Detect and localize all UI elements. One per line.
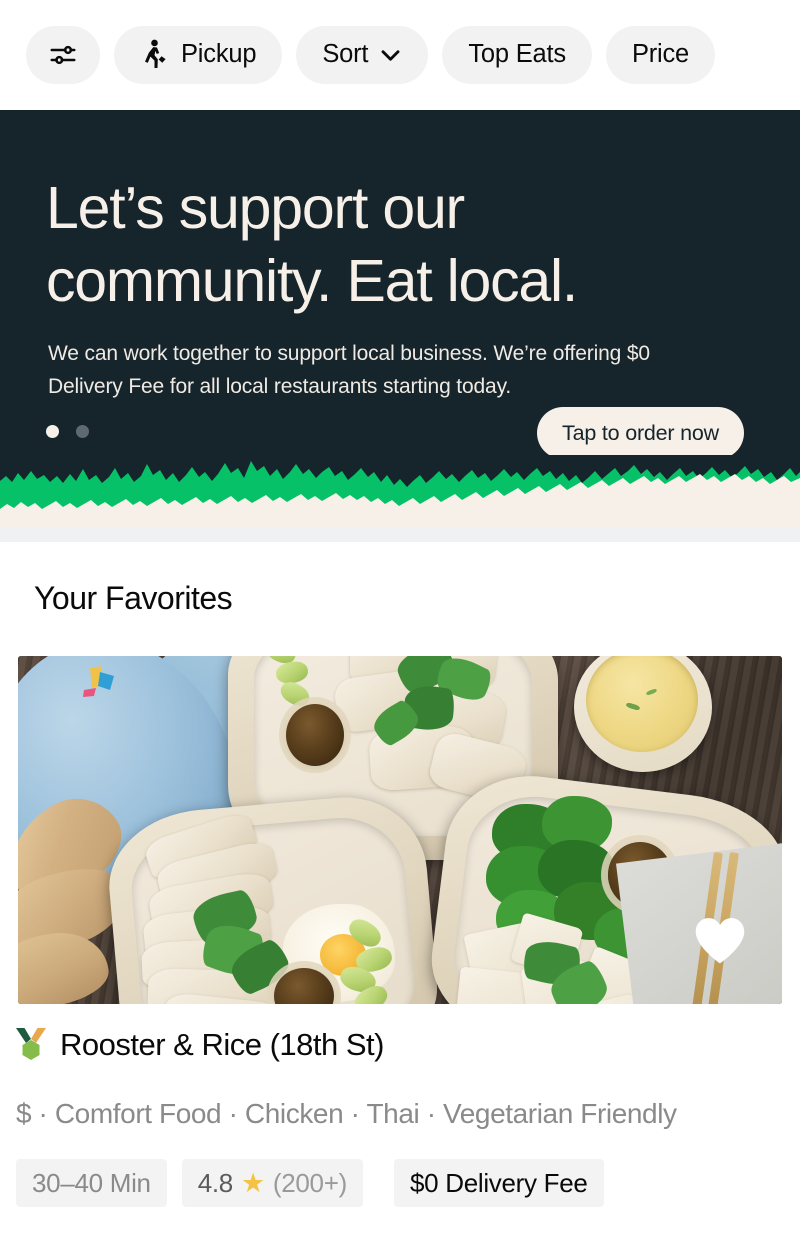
restaurant-meta-row: 30–40 Min 4.8 ★ (200+) $0 Delivery Fee [16, 1159, 604, 1207]
tofu-cube [455, 966, 531, 1004]
star-icon: ★ [240, 1167, 265, 1198]
price-chip-label: Price [631, 40, 690, 69]
cap-logo-icon [83, 666, 114, 697]
section-title-your-favorites: Your Favorites [34, 580, 233, 616]
pickup-chip[interactable]: Pickup [114, 26, 283, 84]
walking-person-icon [140, 39, 170, 71]
promo-title: Let’s support our community. Eat local. [46, 175, 578, 315]
sauce-dish [286, 704, 344, 766]
torn-paper-divider [0, 455, 800, 545]
top-eats-chip[interactable]: Top Eats [442, 26, 592, 84]
filters-chip[interactable] [26, 26, 100, 84]
filter-bar: Pickup Sort Top Eats Price [0, 0, 800, 110]
medal-icon [16, 1028, 46, 1060]
carousel-dots[interactable] [46, 425, 89, 438]
sort-chip[interactable]: Sort [296, 26, 429, 84]
rating-chip: 4.8 ★ (200+) [181, 1159, 363, 1207]
carousel-dot[interactable] [76, 425, 89, 438]
carousel-dot-active[interactable] [46, 425, 59, 438]
promo-subtitle: We can work together to support local bu… [48, 342, 650, 398]
restaurant-photo[interactable] [18, 656, 782, 1004]
rating-count: (200+) [272, 1167, 347, 1198]
chevron-down-icon [379, 48, 402, 63]
restaurant-card[interactable] [18, 656, 782, 1004]
promo-banner[interactable]: Let’s support our community. Eat local. … [0, 110, 800, 495]
sliders-icon [48, 40, 78, 70]
delivery-time-label: 30–40 Min [32, 1167, 151, 1198]
restaurant-tags: $ · Comfort Food · Chicken · Thai · Vege… [16, 1098, 677, 1129]
app-screen: Pickup Sort Top Eats Price Let’s support… [0, 0, 800, 1242]
restaurant-name: Rooster & Rice (18th St) [60, 1027, 384, 1062]
pickup-chip-label: Pickup [181, 40, 257, 69]
tap-to-order-button[interactable]: Tap to order now [537, 407, 744, 459]
restaurant-name-row[interactable]: Rooster & Rice (18th St) [14, 1026, 384, 1064]
torn-paper-graphic [0, 455, 800, 545]
delivery-fee-chip: $0 Delivery Fee [393, 1159, 604, 1207]
delivery-time-chip: 30–40 Min [16, 1159, 167, 1207]
rating-value: 4.8 [197, 1167, 234, 1198]
top-eats-chip-label: Top Eats [468, 40, 566, 69]
price-chip[interactable]: Price [605, 26, 716, 84]
sort-chip-label: Sort [322, 40, 369, 69]
delivery-fee-label: $0 Delivery Fee [409, 1167, 588, 1198]
heart-filled-icon[interactable] [692, 914, 748, 966]
